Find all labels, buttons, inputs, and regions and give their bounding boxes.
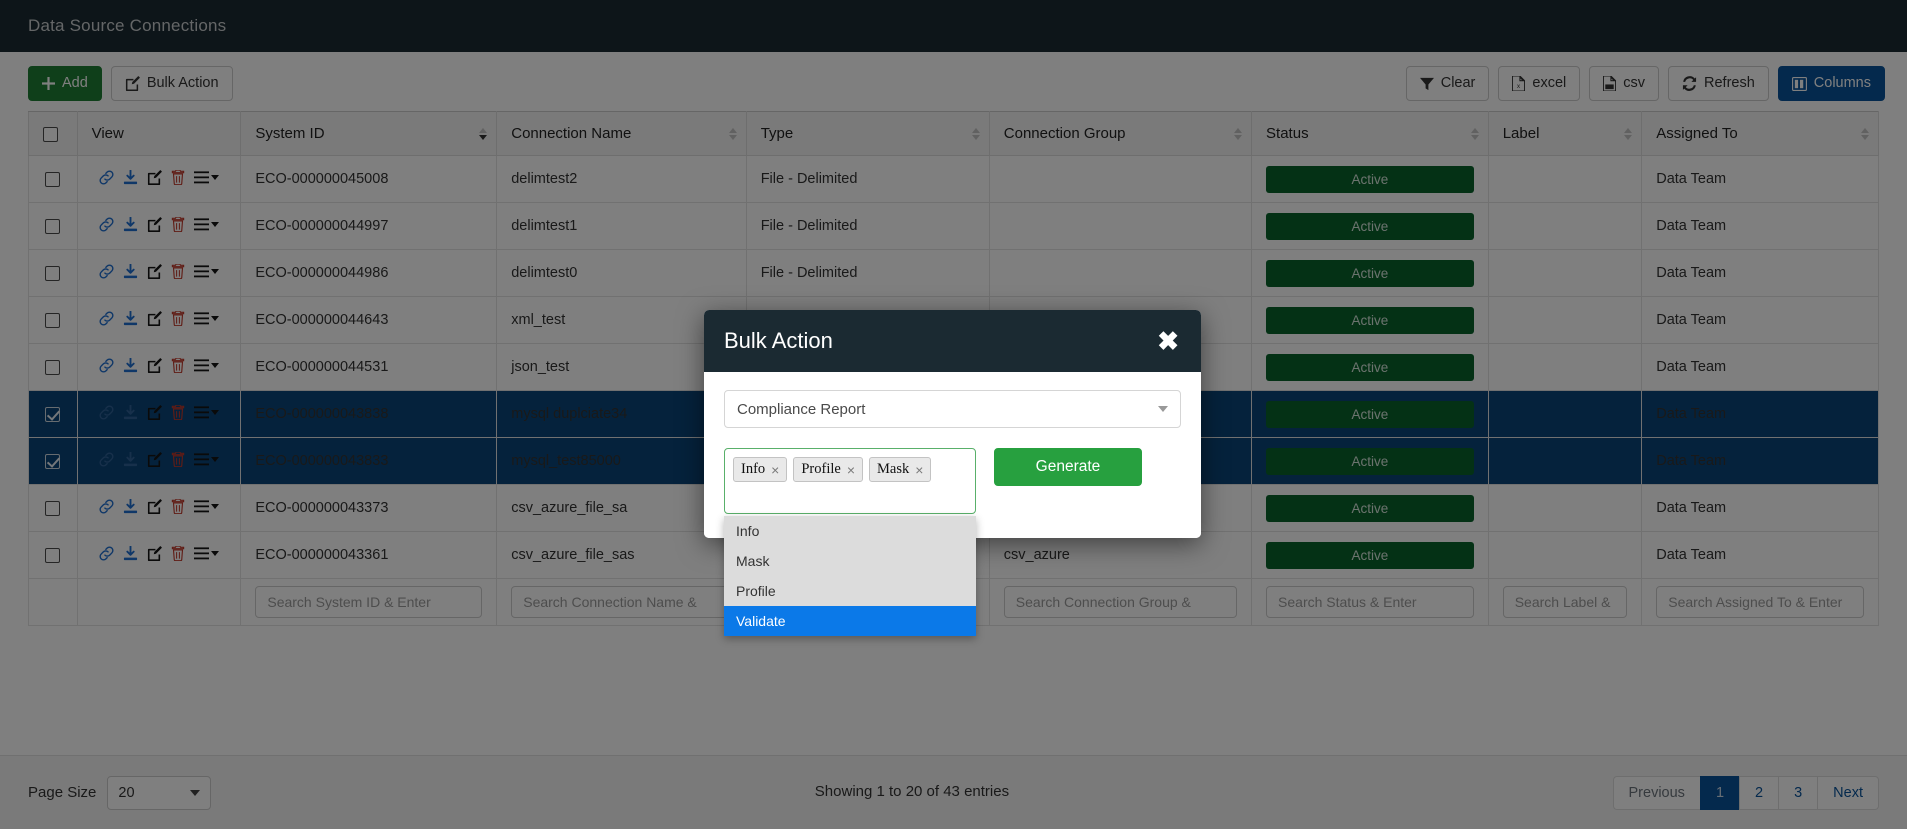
modal-body: Compliance Report Info × Profile × Mask × Inf… [704, 372, 1201, 636]
bulk-action-type-select[interactable]: Compliance Report [724, 390, 1181, 428]
tag-label: Profile [801, 461, 841, 477]
tag-remove-icon[interactable]: × [915, 462, 923, 478]
bulk-action-type-value: Compliance Report [737, 400, 866, 418]
report-options-dropdown[interactable]: Info Mask Profile Validate [724, 516, 976, 636]
chevron-down-icon [1158, 406, 1168, 412]
tag-chip[interactable]: Mask × [869, 457, 932, 482]
dropdown-option[interactable]: Profile [724, 576, 976, 606]
tag-remove-icon[interactable]: × [847, 462, 855, 478]
dropdown-option[interactable]: Info [724, 516, 976, 546]
dropdown-option[interactable]: Validate [724, 606, 976, 636]
dropdown-option[interactable]: Mask [724, 546, 976, 576]
close-icon[interactable]: ✖ [1155, 328, 1181, 354]
modal-header: Bulk Action ✖ [704, 310, 1201, 372]
modal-controls-row: Info × Profile × Mask × Info Mask Profile Valida… [724, 448, 1181, 636]
tag-chip[interactable]: Profile × [793, 457, 864, 482]
tag-label: Mask [877, 461, 910, 477]
report-options-multiselect[interactable]: Info × Profile × Mask × Info Mask Profile Valida… [724, 448, 976, 636]
tag-label: Info [741, 461, 766, 477]
generate-button[interactable]: Generate [994, 448, 1142, 486]
tag-chip[interactable]: Info × [733, 457, 788, 482]
bulk-action-modal: Bulk Action ✖ Compliance Report Info × Pro… [704, 310, 1201, 636]
tag-remove-icon[interactable]: × [771, 462, 779, 478]
modal-title: Bulk Action [724, 328, 833, 353]
